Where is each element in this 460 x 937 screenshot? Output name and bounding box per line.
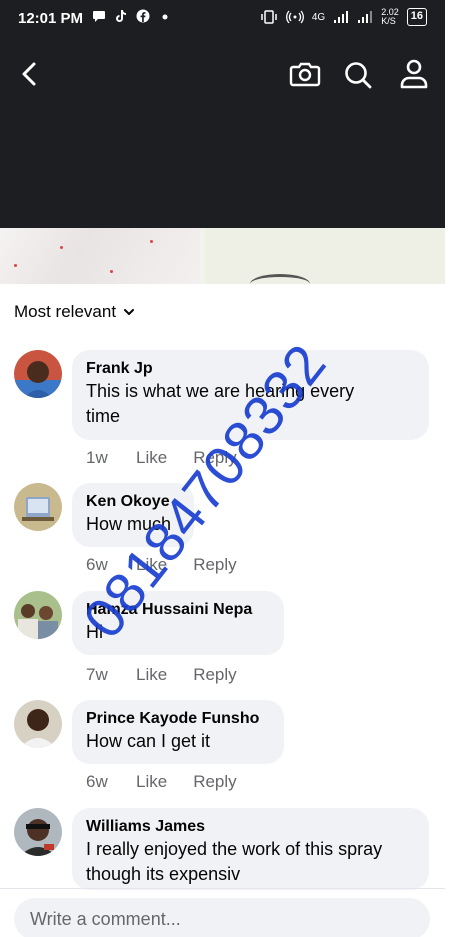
chat-bubble-icon xyxy=(93,11,105,22)
camera-icon[interactable] xyxy=(289,60,321,88)
chevron-down-icon xyxy=(124,309,135,315)
tiktok-icon xyxy=(116,10,126,22)
comment-bubble: Prince Kayode Funsho How can I get it xyxy=(72,700,284,764)
facebook-icon xyxy=(136,9,150,23)
network-type: 4G xyxy=(311,11,326,23)
comment-composer[interactable] xyxy=(14,898,430,937)
comment-time: 7w xyxy=(86,665,108,684)
comment-time: 6w xyxy=(86,772,108,791)
comment-actions: 6w Like Reply xyxy=(86,772,237,792)
image-speck xyxy=(110,270,113,273)
avatar[interactable] xyxy=(14,700,62,748)
comment-actions: 7w Like Reply xyxy=(86,665,237,685)
reply-button[interactable]: Reply xyxy=(193,772,236,792)
post-image-preview[interactable] xyxy=(0,228,445,284)
comment-text-line: I really enjoyed the work of this spray xyxy=(86,839,383,859)
comment-author[interactable]: Williams James xyxy=(86,817,415,837)
status-bar: 12:01 PM 4G 2.02 K/S 16 xyxy=(0,0,445,36)
battery-indicator: 16 xyxy=(406,8,427,26)
avatar[interactable] xyxy=(14,483,62,531)
image-speck xyxy=(60,246,63,249)
post-image-right xyxy=(205,228,445,284)
comment-sort-filter[interactable]: Most relevant xyxy=(14,302,136,322)
back-icon[interactable] xyxy=(16,60,44,88)
comment-input[interactable] xyxy=(14,898,430,937)
comment-time: 1w xyxy=(86,448,108,467)
hotspot-icon xyxy=(285,10,304,24)
nav-bar xyxy=(0,52,445,96)
profile-icon[interactable] xyxy=(399,58,429,90)
like-button[interactable]: Like xyxy=(136,772,167,792)
status-left-icons xyxy=(92,9,172,23)
comment-author[interactable]: Frank Jp xyxy=(86,359,415,379)
status-right: 4G 2.02 K/S 16 xyxy=(260,8,427,26)
like-button[interactable]: Like xyxy=(136,665,167,685)
search-icon[interactable] xyxy=(343,60,373,90)
comment-text-line: How can I get it xyxy=(86,731,211,751)
signal-icon xyxy=(334,11,349,23)
signal-2-icon xyxy=(358,11,373,23)
image-speck xyxy=(14,264,17,267)
comment-author[interactable]: Prince Kayode Funsho xyxy=(86,709,270,729)
vibrate-icon xyxy=(261,10,277,24)
comment-bubble: Williams James I really enjoyed the work… xyxy=(72,808,429,890)
comment-text-line: though its expensiv xyxy=(86,864,241,884)
reply-button[interactable]: Reply xyxy=(193,665,236,685)
post-image-left xyxy=(0,228,200,284)
image-speck xyxy=(150,240,153,243)
avatar[interactable] xyxy=(14,591,62,639)
net-speed: 2.02 K/S xyxy=(381,8,399,26)
net-speed-unit: K/S xyxy=(381,16,396,26)
reply-button[interactable]: Reply xyxy=(193,555,236,575)
composer-divider xyxy=(0,888,445,889)
avatar[interactable] xyxy=(14,808,62,856)
dot-icon xyxy=(162,14,168,20)
avatar[interactable] xyxy=(14,350,62,398)
sort-label: Most relevant xyxy=(14,302,117,321)
status-time: 12:01 PM xyxy=(18,10,84,27)
like-button[interactable]: Like xyxy=(136,448,167,468)
header: 12:01 PM 4G 2.02 K/S 16 xyxy=(0,0,445,228)
